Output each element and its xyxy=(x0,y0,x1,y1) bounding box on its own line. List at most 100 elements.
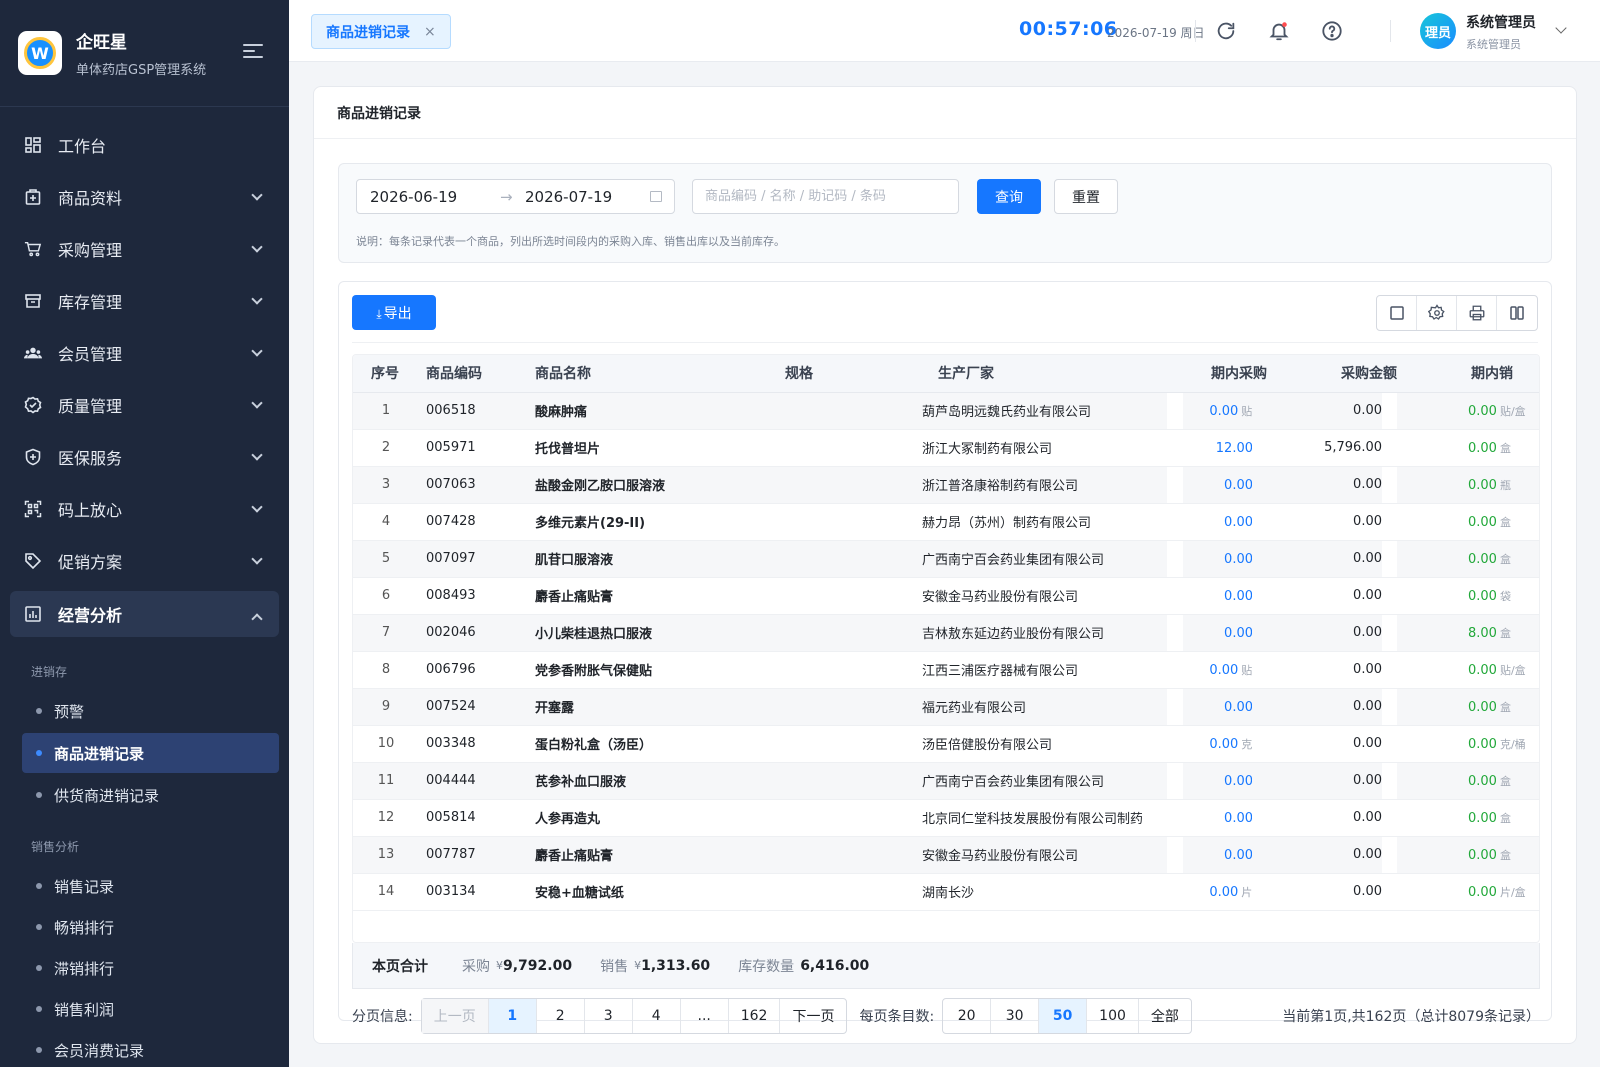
cell-name[interactable]: 党参香附胀气保健贴 xyxy=(529,651,785,689)
sidebar-subitem[interactable]: 销售利润 xyxy=(0,989,289,1029)
keyword-search-input[interactable] xyxy=(692,179,959,214)
page-size-option[interactable]: 30 xyxy=(991,999,1040,1033)
collapse-menu-icon[interactable] xyxy=(243,44,263,60)
sidebar-item-2[interactable]: 采购管理 xyxy=(0,223,289,275)
page-button[interactable]: 2 xyxy=(537,999,585,1033)
col-header-name[interactable]: 商品名称 xyxy=(529,355,785,393)
cell-name[interactable]: 开塞露 xyxy=(529,688,785,726)
sidebar-item-5[interactable]: 质量管理 xyxy=(0,379,289,431)
sidebar-subitem[interactable]: 畅销排行 xyxy=(0,907,289,947)
sidebar-item-3[interactable]: 库存管理 xyxy=(0,275,289,327)
cell-name[interactable]: 芪参补血口服液 xyxy=(529,762,785,800)
records-table-card: ⤓ 导出 序号 商品编码 商品名称 规格 生产厂家 期内采购 采购金额 期内销 … xyxy=(338,281,1552,1034)
table-row[interactable]: 10 003348 蛋白粉礼盒（汤臣） 汤臣倍健股份有限公司 0.00克/桶 0… xyxy=(353,725,1539,763)
date-range-picker[interactable]: 2026-06-19 → 2026-07-19 xyxy=(356,179,675,214)
cell-maker: 赫力昂（苏州）制药有限公司 xyxy=(922,503,1167,541)
cell-name[interactable]: 麝香止痛贴膏 xyxy=(529,577,785,615)
page-size-option[interactable]: 全部 xyxy=(1139,999,1191,1033)
start-date[interactable]: 2026-06-19 xyxy=(370,188,457,206)
current-date: 2026-07-19 周日 xyxy=(1107,26,1205,40)
page-size-option[interactable]: 100 xyxy=(1087,999,1139,1033)
sidebar-subitem[interactable]: 会员消费记录 xyxy=(0,1030,289,1067)
close-icon[interactable]: × xyxy=(424,24,436,40)
printer-icon[interactable] xyxy=(1457,296,1497,330)
sidebar-subitem[interactable]: 销售记录 xyxy=(0,866,289,906)
cell-name[interactable]: 肌苷口服溶液 xyxy=(529,540,785,578)
table-row[interactable]: 6 008493 麝香止痛贴膏 安徽金马药业股份有限公司 0.00袋 0.00 … xyxy=(353,577,1539,615)
sales-qty: 0.00 xyxy=(1468,847,1497,863)
prev-page-button[interactable]: 上一页 xyxy=(421,999,489,1033)
table-row[interactable]: 3 007063 盐酸金刚乙胺口服溶液 浙江普洛康裕制药有限公司 0.00瓶 0… xyxy=(353,466,1539,504)
sidebar-subitem[interactable]: 预警 xyxy=(0,691,289,731)
next-page-button[interactable]: 下一页 xyxy=(780,999,846,1033)
gear-icon[interactable] xyxy=(1417,296,1457,330)
cell-name[interactable]: 酸麻肿痛 xyxy=(529,392,785,430)
end-date[interactable]: 2026-07-19 xyxy=(525,188,612,206)
refresh-icon[interactable] xyxy=(1214,19,1238,43)
bullet-dot xyxy=(36,924,42,930)
sidebar-subitem[interactable]: 供货商进销记录 xyxy=(0,775,289,815)
tab-product-records[interactable]: 商品进销记录 × xyxy=(311,14,451,49)
cell-name[interactable]: 人参再造丸 xyxy=(529,799,785,837)
purchase-qty: 0.00 xyxy=(1224,625,1253,641)
sidebar-item-8[interactable]: 促销方案 xyxy=(0,535,289,587)
table-row[interactable]: 8 006796 党参香附胀气保健贴 江西三浦医疗器械有限公司 0.00贴/盒 … xyxy=(353,651,1539,689)
cell-name[interactable]: 盐酸金刚乙胺口服溶液 xyxy=(529,466,785,504)
fullscreen-icon[interactable] xyxy=(1377,296,1417,330)
sidebar-subitem[interactable]: 滞销排行 xyxy=(0,948,289,988)
col-header-spec[interactable]: 规格 xyxy=(785,355,938,393)
table-row[interactable]: 2 005971 托伐普坦片 浙江大冢制药有限公司 12.00 盒 5,796.0… xyxy=(353,429,1539,467)
avatar[interactable]: 理员 xyxy=(1420,13,1456,49)
col-header-maker[interactable]: 生产厂家 xyxy=(938,355,1183,393)
sidebar-item-analysis[interactable]: 经营分析 xyxy=(10,591,279,637)
cell-sales: 0.00 盒 xyxy=(1397,429,1539,467)
table-row[interactable]: 11 004444 芪参补血口服液 广西南宁百会药业集团有限公司 0.00盒 0… xyxy=(353,762,1539,800)
notification-bell-icon[interactable] xyxy=(1267,19,1291,43)
col-header-amount[interactable]: 采购金额 xyxy=(1267,355,1397,393)
sidebar-item-0[interactable]: 工作台 xyxy=(0,119,289,171)
user-name[interactable]: 系统管理员 xyxy=(1466,12,1536,32)
cell-sales: 8.00 盒 xyxy=(1397,614,1539,652)
table-row[interactable]: 5 007097 肌苷口服溶液 广西南宁百会药业集团有限公司 0.00盒 0.0… xyxy=(353,540,1539,578)
sidebar-item-6[interactable]: 医保服务 xyxy=(0,431,289,483)
export-button[interactable]: ⤓ 导出 xyxy=(352,295,436,330)
page-button[interactable]: 1 xyxy=(488,999,537,1033)
col-header-sales[interactable]: 期内销 xyxy=(1397,355,1539,393)
sales-qty: 0.00 xyxy=(1468,440,1497,456)
page-button[interactable]: 162 xyxy=(729,999,781,1033)
app-name: 企旺星 xyxy=(76,33,127,53)
table-row[interactable]: 12 005814 人参再造丸 北京同仁堂科技发展股份有限公司制药厂 0.00盒… xyxy=(353,799,1539,837)
page-button[interactable]: 4 xyxy=(633,999,681,1033)
purchase-qty: 0.00 xyxy=(1209,403,1239,419)
sidebar-subitem[interactable]: 商品进销记录 xyxy=(22,733,279,773)
page-size-option[interactable]: 20 xyxy=(943,999,992,1033)
page-size-option[interactable]: 50 xyxy=(1039,999,1088,1033)
chevron-down-icon[interactable] xyxy=(1555,22,1567,34)
cell-name[interactable]: 麝香止痛贴膏 xyxy=(529,836,785,874)
col-header-code[interactable]: 商品编码 xyxy=(419,355,529,393)
help-icon[interactable] xyxy=(1320,19,1344,43)
sidebar-item-1[interactable]: 商品资料 xyxy=(0,171,289,223)
cell-name[interactable]: 托伐普坦片 xyxy=(529,429,785,467)
cell-name[interactable]: 小儿柴桂退热口服液 xyxy=(529,614,785,652)
calendar-icon[interactable] xyxy=(650,191,662,202)
columns-icon[interactable] xyxy=(1497,296,1537,330)
table-row[interactable]: 7 002046 小儿柴桂退热口服液 吉林敖东延边药业股份有限公司 0.00盒 … xyxy=(353,614,1539,652)
table-row[interactable]: 14 003134 安稳+血糖试纸 湖南长沙 0.00片/盒 0.00 0.00… xyxy=(353,873,1539,911)
col-header-index[interactable]: 序号 xyxy=(353,355,419,393)
product-icon xyxy=(24,188,42,206)
table-row[interactable]: 9 007524 开塞露 福元药业有限公司 0.00盒 0.00 0.00盒 xyxy=(353,688,1539,726)
sidebar-item-7[interactable]: 码上放心 xyxy=(0,483,289,535)
page-button[interactable]: 3 xyxy=(585,999,633,1033)
cell-name[interactable]: 蛋白粉礼盒（汤臣） xyxy=(529,725,785,763)
query-button[interactable]: 查询 xyxy=(977,179,1041,214)
reset-button[interactable]: 重置 xyxy=(1054,179,1118,214)
cell-name[interactable]: 安稳+血糖试纸 xyxy=(529,873,785,911)
table-row[interactable]: 4 007428 多维元素片(29-II) 赫力昂（苏州）制药有限公司 0.00… xyxy=(353,503,1539,541)
table-row[interactable]: 1 006518 酸麻肿痛 葫芦岛明远魏氏药业有限公司 0.00贴/盒 0.00… xyxy=(353,392,1539,430)
sidebar-item-4[interactable]: 会员管理 xyxy=(0,327,289,379)
col-header-purchase[interactable]: 期内采购 xyxy=(1183,355,1267,393)
page-button[interactable]: ... xyxy=(681,999,729,1033)
table-row[interactable]: 13 007787 麝香止痛贴膏 安徽金马药业股份有限公司 0.00盒 0.00… xyxy=(353,836,1539,874)
cell-name[interactable]: 多维元素片(29-II) xyxy=(529,503,785,541)
